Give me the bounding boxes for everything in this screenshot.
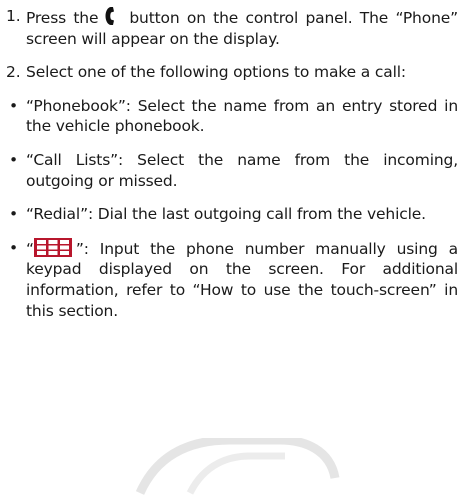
bullet-keypad: • “ ”: Input the phone number manually u… [6,237,458,321]
bullet-text: “Phonebook”: Select the name from an ent… [26,96,458,136]
step-number: 2. [6,63,21,82]
step-text: Select one of the following options to m… [26,63,406,82]
open-quote: “ [26,239,34,258]
bullet-call-lists: • “Call Lists”: Select the name from the… [6,150,458,191]
step-text: Press the button on the control panel. Th… [26,6,458,49]
bullet-marker: • [9,150,18,169]
bullet-text: “Call Lists”: Select the name from the i… [26,150,458,190]
step-text-pre: Press the [26,9,99,27]
bullet-redial: • “Redial”: Dial the last outgoing call … [6,204,458,225]
keypad-icon [33,237,72,257]
step-2: 2. Select one of the following options t… [6,62,458,83]
watermark-logo [135,438,340,495]
bullet-text: “ ”: Input the phone number manually usi… [26,237,458,321]
bullet-keypad-text: ”: Input the phone number manually using… [26,239,458,320]
instruction-page: 1. Press the button on the control panel.… [6,6,458,334]
bullet-marker: • [9,238,18,257]
step-1: 1. Press the button on the control panel.… [6,6,458,49]
bullet-marker: • [9,96,18,115]
bullet-marker: • [9,205,18,224]
phone-handset-icon [104,6,126,26]
bullet-text: “Redial”: Dial the last outgoing call fr… [26,205,426,224]
bullet-phonebook: • “Phonebook”: Select the name from an e… [6,96,458,137]
step-number: 1. [6,7,21,25]
